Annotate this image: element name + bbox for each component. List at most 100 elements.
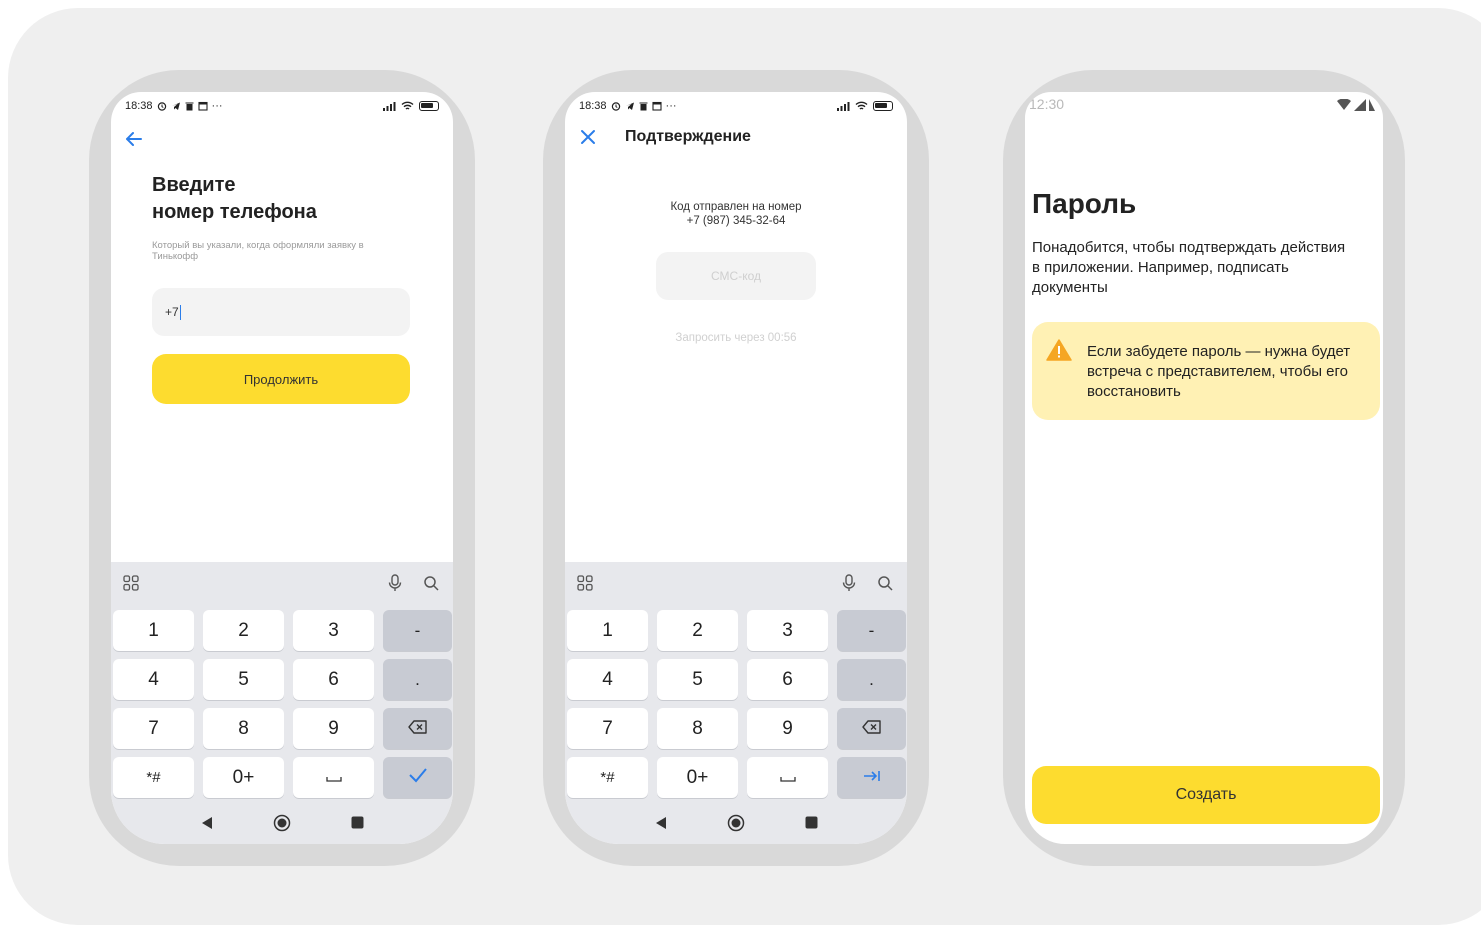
calendar-icon [197,101,208,111]
battery-icon [873,101,893,111]
key-minus[interactable]: - [837,610,906,651]
key-symbols[interactable]: *# [567,757,648,798]
nav-home-icon[interactable] [273,814,291,837]
close-icon[interactable] [579,128,597,146]
key-1[interactable]: 1 [113,610,194,651]
numeric-keyboard: 1 2 3 - 4 5 6 . 7 8 9 *# 0+ [111,562,453,844]
microphone-icon[interactable] [387,574,403,597]
key-8[interactable]: 8 [203,708,284,749]
space-key[interactable] [293,757,374,798]
key-3[interactable]: 3 [293,610,374,651]
confirm-key[interactable] [383,757,452,798]
more-icon: ··· [665,100,677,112]
space-icon [325,767,342,789]
key-9[interactable]: 9 [747,708,828,749]
keypad: 1 2 3 - 4 5 6 . 7 8 9 *# 0+ [113,610,452,798]
nav-recents-icon[interactable] [351,816,364,834]
nav-back-icon[interactable] [655,816,667,835]
signal-icon [382,101,396,111]
key-4[interactable]: 4 [567,659,648,700]
page-title: Пароль [1032,188,1137,219]
backspace-key[interactable] [383,708,452,749]
page-subtitle: Который вы указали, когда оформляли заяв… [152,240,364,262]
numeric-keyboard: 1 2 3 - 4 5 6 . 7 8 9 *# 0+ [565,562,907,844]
alarm-icon [157,101,167,111]
continue-button[interactable]: Продолжить [152,354,410,404]
phone-number-value: +7 [165,305,179,319]
nav-back-icon[interactable] [201,816,213,835]
status-time: 18:38 [579,100,607,112]
back-arrow-icon[interactable] [123,128,145,150]
telegram-icon [625,101,635,111]
key-8[interactable]: 8 [657,708,738,749]
phone-mockup-sms-confirmation: 18:38 ··· Подтверждение Код отправлен на… [543,70,929,866]
status-time: 12:30 [1029,96,1065,112]
android-nav-bar [111,806,453,844]
next-field-icon [863,768,881,788]
key-2[interactable]: 2 [203,610,284,651]
backspace-key[interactable] [837,708,906,749]
signal-icon [1354,98,1366,116]
signal-icon [836,101,850,111]
search-icon[interactable] [877,575,893,596]
space-key[interactable] [747,757,828,798]
key-minus[interactable]: - [383,610,452,651]
page-title-line: номер телефона [152,201,317,223]
search-icon[interactable] [423,575,439,596]
recipient-phone-number: +7 (987) 345-32-64 [686,215,786,227]
key-6[interactable]: 6 [293,659,374,700]
key-7[interactable]: 7 [113,708,194,749]
page-title: Введите номер телефона [152,172,317,226]
status-bar: 18:38 ··· [125,98,439,114]
backspace-icon [861,719,882,739]
create-password-button[interactable]: Создать [1032,766,1380,824]
resend-code-timer: Запросить через 00:56 [675,332,797,344]
page-description: Понадобится, чтобы подтверждать действия… [1032,239,1346,296]
key-5[interactable]: 5 [203,659,284,700]
apps-grid-icon[interactable] [123,575,139,596]
phone-mockup-phone-entry: 18:38 ··· Введите номер телефона Который… [89,70,475,866]
battery-icon [1369,98,1375,116]
keyboard-toolbar [111,562,453,606]
keypad: 1 2 3 - 4 5 6 . 7 8 9 *# 0+ [567,610,906,798]
page-title-line: Введите [152,174,236,196]
key-7[interactable]: 7 [567,708,648,749]
key-1[interactable]: 1 [567,610,648,651]
apps-grid-icon[interactable] [577,575,593,596]
nav-home-icon[interactable] [727,814,745,837]
status-bar: 18:38 ··· [579,98,893,114]
key-dot[interactable]: . [837,659,906,700]
text-cursor [179,304,181,320]
battery-icon [419,101,439,111]
checkmark-icon [408,767,428,788]
key-symbols[interactable]: *# [113,757,194,798]
microphone-icon[interactable] [841,574,857,597]
alarm-icon [611,101,621,111]
key-5[interactable]: 5 [657,659,738,700]
calendar-icon [651,101,662,111]
key-zero-plus[interactable]: 0+ [203,757,284,798]
nav-recents-icon[interactable] [805,816,818,834]
key-9[interactable]: 9 [293,708,374,749]
key-dot[interactable]: . [383,659,452,700]
key-4[interactable]: 4 [113,659,194,700]
phone-mockup-password: 12:30 Пароль Понадобится, чтобы подтверж… [1003,70,1405,866]
more-icon: ··· [211,100,223,112]
trash-icon [639,101,648,111]
key-zero-plus[interactable]: 0+ [657,757,738,798]
keyboard-toolbar [565,562,907,606]
phone-screen: 12:30 Пароль Понадобится, чтобы подтверж… [1025,92,1383,844]
sms-code-input[interactable]: СМС-код [656,252,816,300]
key-3[interactable]: 3 [747,610,828,651]
header-title: Подтверждение [625,128,751,145]
warning-text: Если забудете пароль — нужна будет встре… [1087,343,1351,400]
phone-screen: 18:38 ··· Введите номер телефона Который… [111,92,453,844]
phone-number-input[interactable]: +7 [152,288,410,336]
status-time: 18:38 [125,100,153,112]
key-2[interactable]: 2 [657,610,738,651]
wifi-icon [855,101,868,111]
key-6[interactable]: 6 [747,659,828,700]
next-field-key[interactable] [837,757,906,798]
warning-icon [1046,339,1072,366]
code-sent-label: Код отправлен на номер [670,201,802,213]
